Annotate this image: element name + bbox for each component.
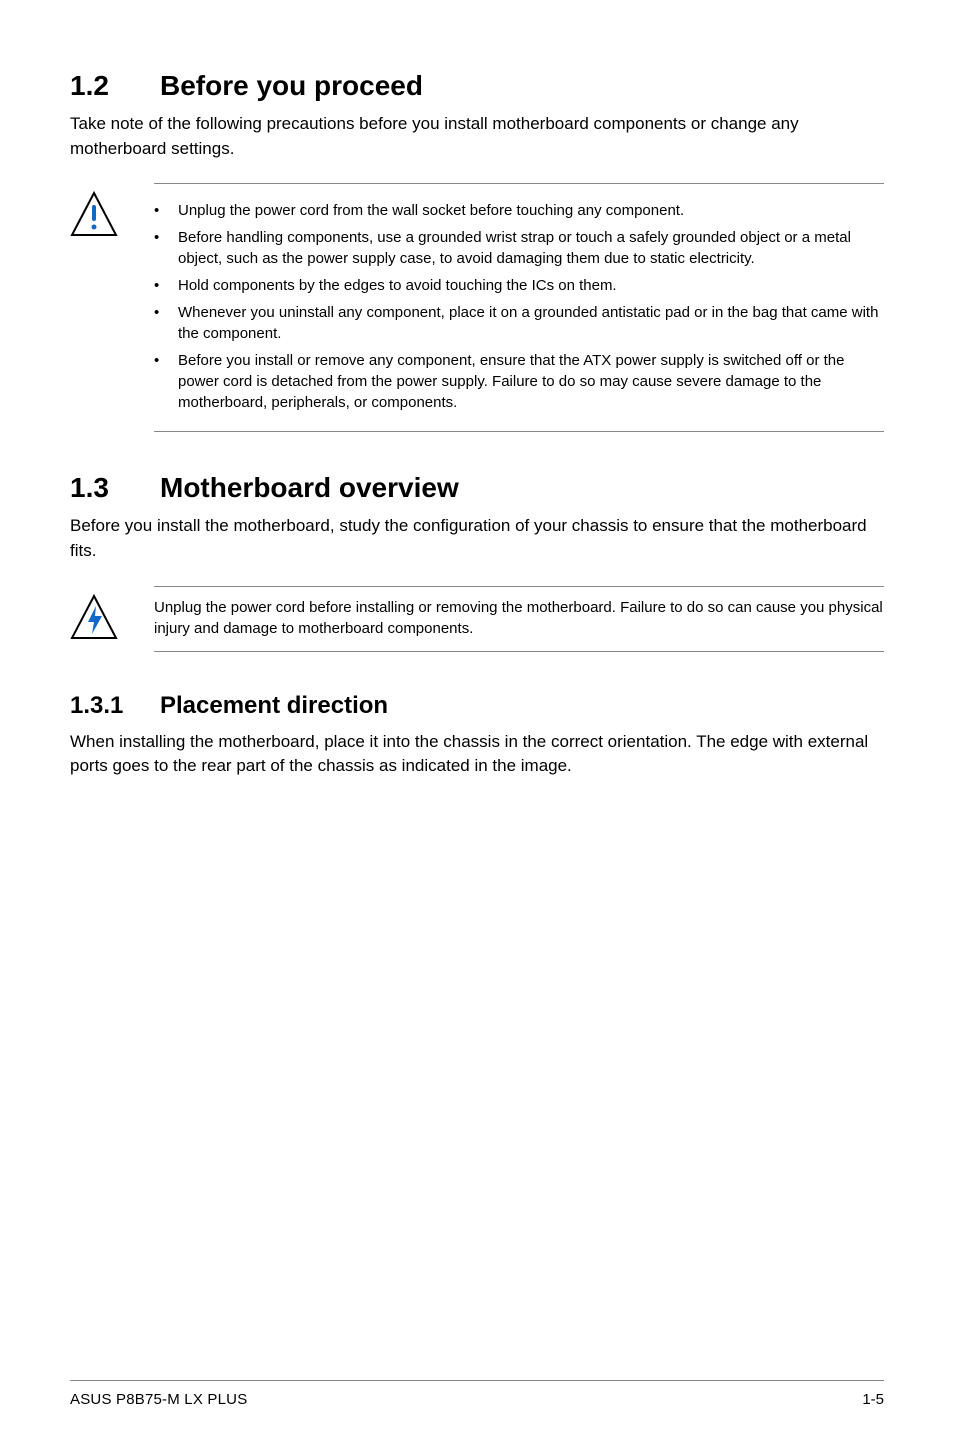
caution-item: •Whenever you uninstall any component, p… (154, 302, 884, 344)
danger-icon (70, 586, 130, 652)
section-title: Before you proceed (160, 70, 423, 101)
subsection-lead: When installing the motherboard, place i… (70, 730, 884, 779)
caution-text: Before you install or remove any compone… (178, 350, 884, 413)
bullet: • (154, 350, 178, 371)
section-lead: Before you install the motherboard, stud… (70, 514, 884, 563)
caution-item: •Before you install or remove any compon… (154, 350, 884, 413)
caution-text: Whenever you uninstall any component, pl… (178, 302, 884, 344)
bullet: • (154, 302, 178, 323)
footer-page-number: 1-5 (862, 1391, 884, 1408)
subsection-title: Placement direction (160, 692, 388, 719)
danger-text: Unplug the power cord before installing … (154, 599, 883, 637)
section-number: 1.2 (70, 70, 160, 102)
page-footer: ASUS P8B75-M LX PLUS 1-5 (70, 1380, 884, 1438)
caution-text: Before handling components, use a ground… (178, 227, 884, 269)
section-title: Motherboard overview (160, 472, 459, 503)
caution-text: Hold components by the edges to avoid to… (178, 275, 884, 296)
section-number: 1.3 (70, 472, 160, 504)
danger-callout: Unplug the power cord before installing … (70, 586, 884, 652)
caution-item: •Hold components by the edges to avoid t… (154, 275, 884, 296)
caution-item: •Before handling components, use a groun… (154, 227, 884, 269)
bullet: • (154, 275, 178, 296)
caution-text: Unplug the power cord from the wall sock… (178, 200, 884, 221)
danger-body: Unplug the power cord before installing … (154, 586, 884, 652)
subsection-heading: 1.3.1Placement direction (70, 692, 884, 720)
caution-body: •Unplug the power cord from the wall soc… (154, 183, 884, 432)
caution-callout: •Unplug the power cord from the wall soc… (70, 183, 884, 432)
bullet: • (154, 200, 178, 221)
section-heading: 1.2Before you proceed (70, 70, 884, 102)
section-heading: 1.3Motherboard overview (70, 472, 884, 504)
caution-icon (70, 183, 130, 432)
caution-item: •Unplug the power cord from the wall soc… (154, 200, 884, 221)
subsection-number: 1.3.1 (70, 692, 160, 720)
section-lead: Take note of the following precautions b… (70, 112, 884, 161)
bullet: • (154, 227, 178, 248)
footer-product: ASUS P8B75-M LX PLUS (70, 1391, 247, 1408)
